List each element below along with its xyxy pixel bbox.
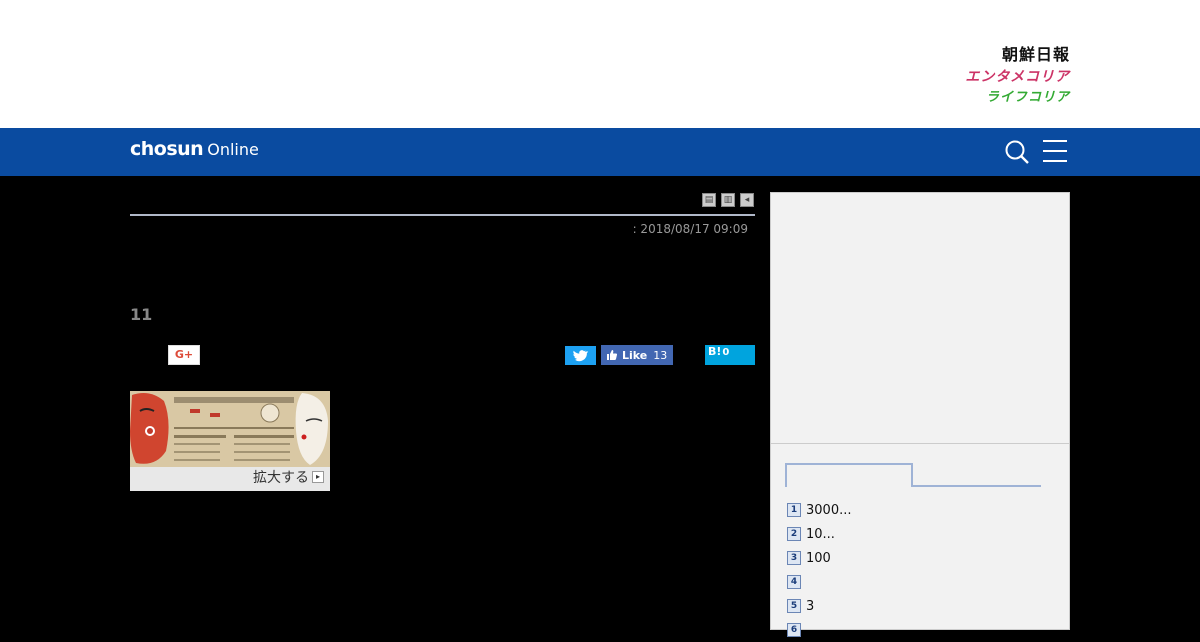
rank-title: 3000... — [806, 502, 852, 518]
ranking-item[interactable]: 4 — [787, 570, 851, 594]
ranking-tab-inactive[interactable] — [913, 485, 1041, 487]
hatena-bookmark-button[interactable]: B!0 — [705, 345, 755, 365]
sidebar: 1 3000... 2 10... 3 100 4 5 3 6 — [770, 192, 1070, 637]
infographic-image — [130, 391, 330, 467]
ranking-item[interactable]: 6 — [787, 618, 851, 642]
rank-title: 3 — [806, 598, 815, 614]
gplus-share-button[interactable]: G+ — [168, 345, 200, 365]
ranking-tab-active[interactable] — [785, 463, 913, 487]
facebook-like-button[interactable]: Like 13 — [601, 345, 673, 365]
hatena-label: B! — [708, 345, 722, 358]
article-figure[interactable]: 拡大する ▸ — [130, 391, 330, 491]
logo-bold-text: chosun — [130, 138, 204, 160]
ranking-item[interactable]: 3 100 — [787, 546, 851, 570]
fb-like-count: 13 — [653, 348, 668, 362]
search-icon[interactable] — [1004, 139, 1030, 165]
brand-links: 朝鮮日報 エンタメコリア ライフコリア — [965, 44, 1070, 108]
rank-number: 5 — [787, 599, 801, 613]
twitter-share-button[interactable] — [565, 346, 596, 365]
article-tools: ▤ ▥ ◂ — [702, 193, 754, 207]
rank-number: 4 — [787, 575, 801, 589]
ranking-item[interactable]: 5 3 — [787, 594, 851, 618]
rank-number: 3 — [787, 551, 801, 565]
rank-title: 10... — [806, 526, 835, 542]
rank-title: 100 — [806, 550, 831, 566]
twitter-bird-icon — [573, 350, 589, 362]
expand-link[interactable]: 拡大する ▸ — [253, 467, 324, 487]
thumbs-up-icon — [607, 350, 618, 360]
rank-number: 1 — [787, 503, 801, 517]
back-icon[interactable]: ◂ — [740, 193, 754, 207]
ranking-tabs — [785, 463, 1043, 489]
menu-icon[interactable] — [1043, 140, 1067, 162]
font-size-icon[interactable]: ▥ — [721, 193, 735, 207]
logo-thin-text: Online — [207, 140, 259, 159]
figure-caption-bar: 拡大する ▸ — [130, 467, 330, 491]
ranking-item[interactable]: 1 3000... — [787, 498, 851, 522]
brand-life-link[interactable]: ライフコリア — [965, 88, 1070, 108]
brand-enta-link[interactable]: エンタメコリア — [965, 66, 1070, 88]
chevron-right-icon: ▸ — [312, 471, 324, 483]
title-divider — [130, 214, 755, 216]
site-logo[interactable]: chosun Online — [130, 138, 259, 160]
fb-like-label: Like — [622, 348, 648, 362]
rank-number: 6 — [787, 623, 801, 637]
print-icon[interactable]: ▤ — [702, 193, 716, 207]
navbar: chosun Online — [0, 128, 1200, 176]
ranking-item[interactable]: 2 10... — [787, 522, 851, 546]
hatena-count: 0 — [722, 347, 730, 358]
article-date: : 2018/08/17 09:09 — [632, 222, 748, 236]
brand-chosun-link[interactable]: 朝鮮日報 — [965, 44, 1070, 66]
expand-label: 拡大する — [253, 470, 309, 486]
article-lead: 11 — [130, 305, 153, 324]
rank-number: 2 — [787, 527, 801, 541]
sidebar-ad-slot — [771, 193, 1069, 444]
ranking-list: 1 3000... 2 10... 3 100 4 5 3 6 — [787, 498, 851, 642]
